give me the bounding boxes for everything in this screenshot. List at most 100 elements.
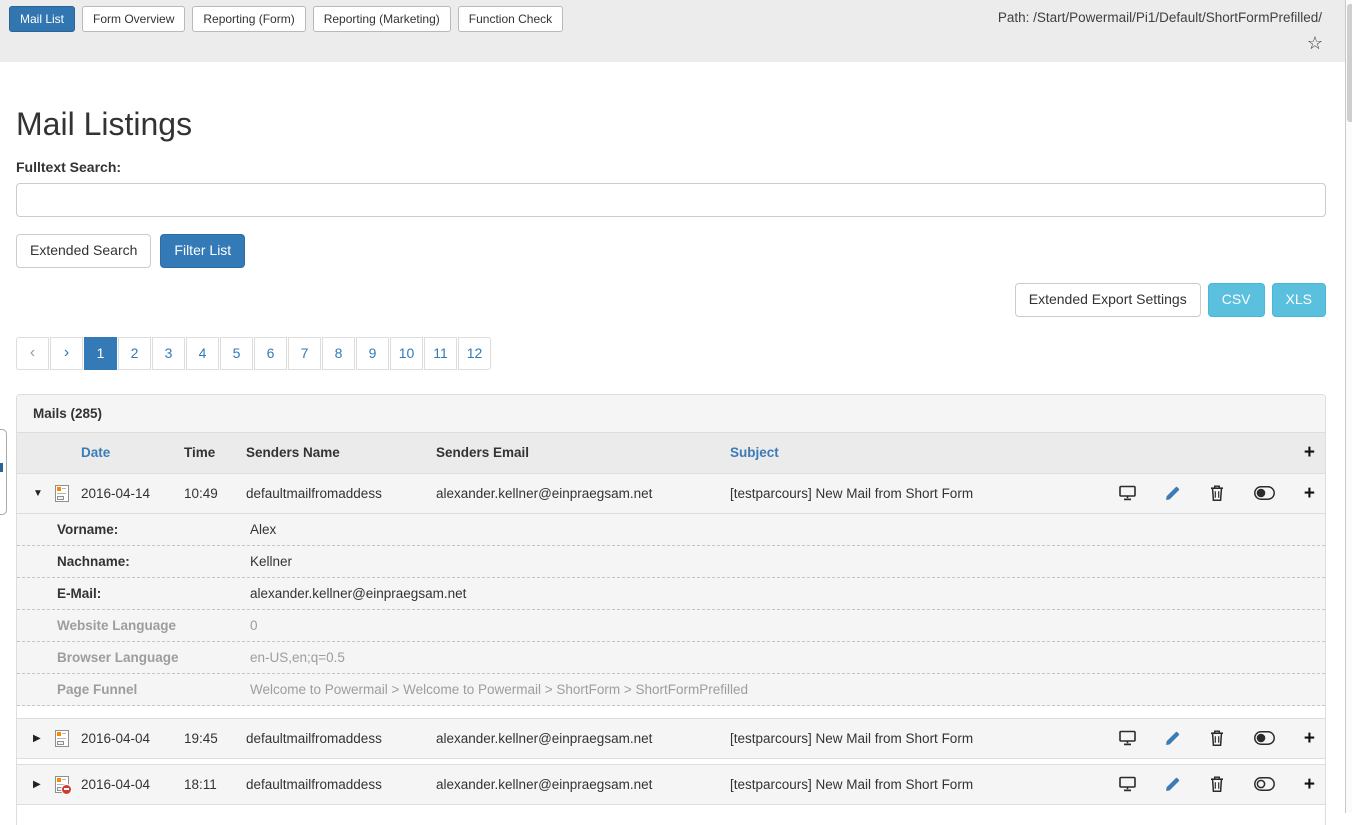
detail-value: Alex [250,522,1325,537]
csv-export-button[interactable]: CSV [1208,283,1265,317]
page-title: Mail Listings [16,106,1326,143]
delete-trash-icon[interactable] [1210,485,1224,501]
cell-senders-name: defaultmailfromaddess [246,731,436,746]
detail-value: en-US,en;q=0.5 [250,650,1325,665]
pagination: ‹ › 1 2 3 4 5 6 7 8 9 10 11 12 [16,337,1326,370]
detail-value: alexander.kellner@einpraegsam.net [250,586,1325,601]
hide-toggle-on-icon[interactable] [1254,486,1275,500]
bookmark-star-icon[interactable]: ☆ [1307,34,1323,52]
cell-senders-name: defaultmailfromaddess [246,777,436,792]
table-row: ▶ 2016-04-04 19:45 defaultmailfromaddess… [17,718,1325,759]
column-header-time: Time [184,445,246,460]
fulltext-search-label: Fulltext Search: [16,159,1326,175]
preview-monitor-icon[interactable] [1119,776,1136,792]
delete-trash-icon[interactable] [1210,730,1224,746]
hide-toggle-on-icon[interactable] [1254,731,1275,745]
pagination-page-4[interactable]: 4 [186,337,219,370]
pagination-next-icon[interactable]: › [50,337,83,370]
table-row: ▶ 2016-04-04 18:11 defaultmailfromaddess… [17,764,1325,805]
detail-label: Browser Language [57,650,250,665]
scrollbar[interactable] [1345,0,1352,813]
hidden-overlay-icon [61,784,72,795]
row-actions: + [1105,484,1325,503]
module-tabs: Mail List Form Overview Reporting (Form)… [9,6,563,32]
column-header-senders-email: Senders Email [436,445,730,460]
cell-senders-email: alexander.kellner@einpraegsam.net [436,777,730,792]
detail-row: Browser Language en-US,en;q=0.5 [17,642,1325,674]
column-header-date[interactable]: Date [81,445,184,460]
pagination-page-7[interactable]: 7 [288,337,321,370]
pagination-page-2[interactable]: 2 [118,337,151,370]
tab-reporting-form[interactable]: Reporting (Form) [192,6,305,32]
edit-pencil-icon[interactable] [1165,485,1181,501]
preview-monitor-icon[interactable] [1119,485,1136,501]
tab-form-overview[interactable]: Form Overview [82,6,185,32]
main-content: Mail Listings Fulltext Search: Extended … [0,106,1352,825]
extended-search-button[interactable]: Extended Search [16,234,151,268]
mail-record-icon[interactable] [55,485,69,502]
mails-panel: Mails (285) Date Time Senders Name Sende… [16,394,1326,825]
pagination-page-5[interactable]: 5 [220,337,253,370]
pagination-page-6[interactable]: 6 [254,337,287,370]
edit-pencil-icon[interactable] [1165,776,1181,792]
cell-senders-email: alexander.kellner@einpraegsam.net [436,486,730,501]
pagination-page-8[interactable]: 8 [322,337,355,370]
row-spacer [17,706,1325,718]
add-row-icon[interactable]: + [1304,775,1315,794]
cell-time: 10:49 [184,486,246,501]
detail-label: Page Funnel [57,682,250,697]
scrollbar-thumb[interactable] [1347,4,1352,122]
detail-row: Website Language 0 [17,610,1325,642]
table-header-row: Date Time Senders Name Senders Email Sub… [17,433,1325,474]
column-header-subject[interactable]: Subject [730,445,1105,460]
detail-label: Website Language [57,618,250,633]
pagination-prev-icon[interactable]: ‹ [16,337,49,370]
pagination-page-11[interactable]: 11 [424,337,457,370]
xls-export-button[interactable]: XLS [1272,283,1326,317]
mail-record-icon[interactable] [55,730,69,747]
pagination-page-3[interactable]: 3 [152,337,185,370]
add-row-icon[interactable]: + [1304,484,1315,503]
mail-record-hidden-icon[interactable] [55,776,69,793]
edit-pencil-icon[interactable] [1165,730,1181,746]
pagination-page-9[interactable]: 9 [356,337,389,370]
cell-senders-name: defaultmailfromaddess [246,486,436,501]
cell-subject: [testparcours] New Mail from Short Form [730,777,1105,792]
fulltext-search-input[interactable] [16,183,1326,217]
pagination-page-1[interactable]: 1 [84,337,117,370]
detail-label: Vorname: [57,522,250,537]
cell-date: 2016-04-04 [81,731,184,746]
row-actions: + [1105,775,1325,794]
cell-time: 19:45 [184,731,246,746]
page-path: Path: /Start/Powermail/Pi1/Default/Short… [998,10,1322,25]
detail-row: Page Funnel Welcome to Powermail > Welco… [17,674,1325,706]
column-header-senders-name: Senders Name [246,445,436,460]
tab-reporting-marketing[interactable]: Reporting (Marketing) [313,6,451,32]
collapse-row-icon[interactable]: ▼ [33,488,55,499]
add-column-icon[interactable]: + [1105,442,1325,464]
tab-mail-list[interactable]: Mail List [9,6,75,32]
preview-monitor-icon[interactable] [1119,730,1136,746]
left-edge-panel-fragment [0,429,7,515]
row-actions: + [1105,729,1325,748]
search-buttons: Extended Search Filter List [16,234,1326,268]
detail-row: Vorname: Alex [17,514,1325,546]
cell-subject: [testparcours] New Mail from Short Form [730,486,1105,501]
delete-trash-icon[interactable] [1210,776,1224,792]
add-row-icon[interactable]: + [1304,729,1315,748]
detail-row: Nachname: Kellner [17,546,1325,578]
filter-list-button[interactable]: Filter List [160,234,245,268]
unhide-toggle-off-icon[interactable] [1254,777,1275,791]
expand-row-icon[interactable]: ▶ [33,733,55,744]
detail-value: 0 [250,618,1325,633]
pagination-page-10[interactable]: 10 [390,337,423,370]
detail-row: E-Mail: alexander.kellner@einpraegsam.ne… [17,578,1325,610]
left-edge-fragment-mark [0,463,3,472]
detail-label: Nachname: [57,554,250,569]
detail-label: E-Mail: [57,586,250,601]
export-buttons: Extended Export Settings CSV XLS [16,283,1326,317]
expand-row-icon[interactable]: ▶ [33,779,55,790]
tab-function-check[interactable]: Function Check [458,6,563,32]
extended-export-settings-button[interactable]: Extended Export Settings [1015,283,1201,317]
pagination-page-12[interactable]: 12 [458,337,491,370]
